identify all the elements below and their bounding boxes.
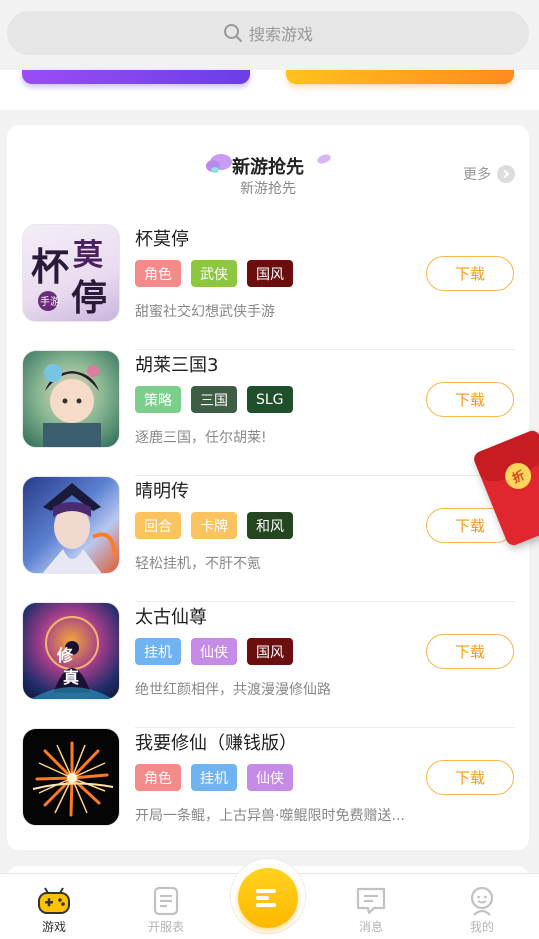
tag: 国风 [247,260,293,287]
game-name[interactable]: 晴明传 [135,477,189,503]
tag: 挂机 [191,764,237,791]
game-desc: 逐鹿三国，任尔胡莱! [135,430,267,446]
game-icon-woyaoxiuxian[interactable] [22,728,120,826]
tag: 三国 [191,386,237,413]
search-area: 搜索游戏 [0,0,539,70]
banner-purple[interactable] [22,70,250,84]
game-desc: 绝世红颜相伴，共渡漫漫修仙路 [135,682,331,698]
svg-text:手游: 手游 [40,295,60,308]
tag-list: 策略 三国 SLG [135,386,293,413]
game-row[interactable]: 杯 莫 停 手游 杯莫停 角色 武侠 国风 甜蜜社交幻想武侠手游 下载 [7,224,529,350]
section-header: 新游抢先 新游抢先 更多 [7,125,529,205]
tag-list: 角色 武侠 国风 [135,260,293,287]
tag: 仙侠 [247,764,293,791]
download-button[interactable]: 下载 [426,760,514,795]
section-subtitle: 新游抢先 [240,181,296,197]
game-desc: 甜蜜社交幻想武侠手游 [135,304,275,320]
section-title: 新游抢先 [232,157,304,178]
chevron-right-icon [497,165,515,183]
game-desc: 轻松挂机，不肝不氪 [135,556,261,572]
more-label: 更多 [463,167,491,183]
tab-label: 游戏 [41,920,66,934]
banner-orange[interactable] [286,70,514,84]
tab-label: 消息 [358,920,383,934]
download-button[interactable]: 下载 [426,634,514,669]
tab-games[interactable]: 游戏 [14,884,94,935]
tag: SLG [247,386,293,413]
game-row[interactable]: 修 真 太古仙尊 挂机 仙侠 国风 绝世红颜相伴，共渡漫漫修仙路 下载 [7,602,529,728]
search-placeholder: 搜索游戏 [248,25,313,44]
game-row[interactable]: 我要修仙（赚钱版） 角色 挂机 仙侠 开局一条鲲，上古异兽·噬鲲限时免费赠送..… [7,728,529,854]
game-name[interactable]: 太古仙尊 [135,603,207,629]
tag: 挂机 [135,638,181,665]
game-name[interactable]: 杯莫停 [135,225,189,251]
svg-text:莫: 莫 [73,238,104,273]
gamepad-icon [38,887,70,914]
tag: 武侠 [191,260,237,287]
game-row[interactable]: 胡莱三国3 策略 三国 SLG 逐鹿三国，任尔胡莱! 下载 [7,350,529,476]
menu-icon [256,886,280,910]
tag: 和风 [247,512,293,539]
download-button[interactable]: 下载 [426,256,514,291]
tag: 角色 [135,260,181,287]
svg-text:杯: 杯 [31,244,69,289]
search-icon [223,24,242,42]
game-name[interactable]: 我要修仙（赚钱版） [135,729,297,755]
game-icon-beimoting[interactable]: 杯 莫 停 手游 [22,224,120,322]
more-link[interactable]: 更多 [463,164,515,184]
user-icon [470,886,494,916]
tag: 仙侠 [191,638,237,665]
tab-messages[interactable]: 消息 [331,884,411,935]
svg-text:停: 停 [71,277,107,319]
game-icon-taiguxianzun[interactable]: 修 真 [22,602,120,700]
tag-list: 挂机 仙侠 国风 [135,638,293,665]
svg-text:真: 真 [63,668,79,687]
message-icon [356,887,386,915]
tab-server-list[interactable]: 开服表 [126,884,206,935]
banner-strip [0,70,539,110]
new-games-card: 新游抢先 新游抢先 更多 杯 莫 停 手游 杯莫停 角色 武侠 国风 甜蜜社交幻… [7,125,529,850]
tag: 策略 [135,386,181,413]
game-row[interactable]: 晴明传 回合 卡牌 和风 轻松挂机，不肝不氪 下载 [7,476,529,602]
game-name[interactable]: 胡莱三国3 [135,351,218,377]
center-menu-button[interactable] [238,868,298,928]
game-icon-qingmingzhuan[interactable] [22,476,120,574]
download-button[interactable]: 下载 [426,382,514,417]
tag: 角色 [135,764,181,791]
list-icon [153,886,179,916]
game-desc: 开局一条鲲，上古异兽·噬鲲限时免费赠送... [135,808,405,824]
tag: 国风 [247,638,293,665]
game-icon-hulaisanguo[interactable] [22,350,120,448]
search-input[interactable]: 搜索游戏 [7,11,529,55]
tab-label: 开服表 [147,920,184,934]
tag: 回合 [135,512,181,539]
tag-list: 角色 挂机 仙侠 [135,764,293,791]
tag: 卡牌 [191,512,237,539]
svg-text:修: 修 [56,646,74,665]
tag-list: 回合 卡牌 和风 [135,512,293,539]
tab-label: 我的 [469,920,494,934]
tab-profile[interactable]: 我的 [442,884,522,935]
